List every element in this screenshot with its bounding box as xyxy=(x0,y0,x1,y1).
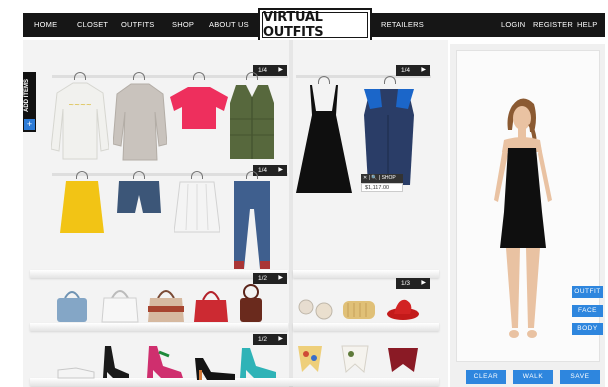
closet-item-bag-white[interactable] xyxy=(101,284,139,324)
pager-tops-label: 1/4 xyxy=(258,67,268,74)
hanger-icon xyxy=(76,171,88,179)
pager-shoes-label: 1/2 xyxy=(258,336,268,343)
closet-item-vest-olive[interactable] xyxy=(228,83,276,161)
hanger-icon xyxy=(193,72,205,80)
pager-tops[interactable]: 1/4 ▶ xyxy=(253,65,287,76)
pager-accessories[interactable]: 1/3 ▶ xyxy=(396,278,430,289)
play-arrow-icon: ▶ xyxy=(278,336,283,342)
hanger-icon xyxy=(246,72,258,80)
closet-item-jeans[interactable] xyxy=(232,179,272,271)
closet-item-heel-black[interactable] xyxy=(101,342,131,380)
closet-item-pump-black[interactable] xyxy=(193,352,237,382)
closet-divider xyxy=(289,40,293,387)
hanger-icon xyxy=(191,171,203,179)
closet-item-scarf-yellow[interactable] xyxy=(296,342,324,376)
closet-item-sneaker-white[interactable] xyxy=(56,364,96,380)
hanger-icon xyxy=(74,72,86,80)
closet-item-scarf-red[interactable] xyxy=(386,344,420,376)
closet-item-bracelet[interactable] xyxy=(342,299,376,321)
nav-login[interactable]: LOGIN xyxy=(501,13,525,37)
closet-item-sweater-white[interactable]: ~~~~ xyxy=(50,79,110,163)
item-popup: ✕ | 🔍 | SHOP $1,117.00 xyxy=(361,174,403,192)
nav-home[interactable]: HOME xyxy=(34,13,57,37)
nav-retailers[interactable]: RETAILERS xyxy=(381,13,424,37)
closet-item-bag-red[interactable] xyxy=(193,284,229,324)
closet-item-top-pink[interactable] xyxy=(170,85,228,131)
item-price: $1,117.00 xyxy=(361,183,403,192)
face-button[interactable]: FACE xyxy=(572,305,603,317)
hanger-icon xyxy=(133,72,145,80)
body-button[interactable]: BODY xyxy=(572,323,603,335)
site-logo-text: VIRTUAL OUTFITS xyxy=(262,10,368,40)
save-button[interactable]: SAVE xyxy=(560,370,600,384)
play-arrow-icon: ▶ xyxy=(421,67,426,73)
play-arrow-icon: ▶ xyxy=(278,67,283,73)
closet-item-earrings[interactable] xyxy=(297,297,335,323)
play-arrow-icon: ▶ xyxy=(278,167,283,173)
closet-item-bag-brown[interactable] xyxy=(238,282,264,324)
nav-outfits[interactable]: OUTFITS xyxy=(121,13,154,37)
hanger-icon xyxy=(318,76,330,84)
svg-text:~~~~: ~~~~ xyxy=(68,101,92,109)
hanger-icon xyxy=(246,171,258,179)
closet-item-bag-tan[interactable] xyxy=(147,284,185,324)
plus-icon: + xyxy=(24,119,35,130)
pager-dresses-label: 1/4 xyxy=(401,67,411,74)
pager-bags-label: 1/2 xyxy=(258,275,268,282)
closet-item-shorts-denim[interactable] xyxy=(117,179,161,215)
closet-item-dress-black[interactable] xyxy=(296,85,352,195)
shelf-bags xyxy=(30,270,288,278)
site-logo[interactable]: VIRTUAL OUTFITS xyxy=(258,8,372,42)
closet-item-heel-pink[interactable] xyxy=(145,342,185,380)
closet-item-skirt-yellow[interactable] xyxy=(60,179,104,235)
closet-item-hat-red[interactable] xyxy=(386,296,420,322)
shelf-accessories-lower xyxy=(293,323,439,331)
nav-register[interactable]: REGISTER xyxy=(533,13,573,37)
item-popup-actions[interactable]: ✕ | 🔍 | SHOP xyxy=(361,174,403,183)
play-arrow-icon: ▶ xyxy=(421,280,426,286)
outfit-button[interactable]: OUTFIT xyxy=(572,286,603,298)
shelf-bags-lower xyxy=(30,323,288,331)
walk-button[interactable]: WALK xyxy=(513,370,553,384)
add-items-tab[interactable]: ADD ITEMS + xyxy=(23,72,36,132)
play-arrow-icon: ▶ xyxy=(278,275,283,281)
pager-accessories-label: 1/3 xyxy=(401,280,411,287)
nav-about-us[interactable]: ABOUT US xyxy=(209,13,249,37)
nav-help[interactable]: HELP xyxy=(577,13,597,37)
nav-shop[interactable]: SHOP xyxy=(172,13,194,37)
add-items-label: ADD ITEMS xyxy=(24,79,30,112)
avatar-model[interactable] xyxy=(484,92,562,344)
pager-dresses[interactable]: 1/4 ▶ xyxy=(396,65,430,76)
closet-item-sweater-gray[interactable] xyxy=(112,82,168,162)
hanger-icon xyxy=(133,171,145,179)
pager-bottoms-label: 1/4 xyxy=(258,167,268,174)
pager-bottoms[interactable]: 1/4 ▶ xyxy=(253,165,287,176)
nav-closet[interactable]: CLOSET xyxy=(77,13,108,37)
closet-item-skirt-white[interactable] xyxy=(173,180,221,234)
closet-item-bag-blue[interactable] xyxy=(55,286,89,324)
hanger-icon xyxy=(384,76,396,84)
shelf-accessories xyxy=(293,270,439,278)
clear-button[interactable]: CLEAR xyxy=(466,370,506,384)
closet-item-heel-teal[interactable] xyxy=(238,344,278,380)
closet-item-scarf-white[interactable] xyxy=(340,342,370,376)
